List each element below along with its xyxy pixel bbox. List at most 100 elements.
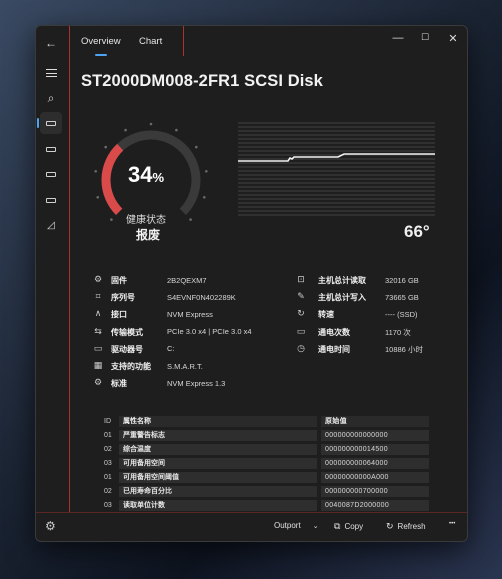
health-percent-suffix: % <box>152 170 165 185</box>
sidebar-item-disk-3[interactable] <box>40 163 62 185</box>
gauge-tick <box>149 122 153 126</box>
tab-overview-indicator <box>95 54 107 56</box>
more-icon: ••• <box>449 521 456 527</box>
cell-id: 03 <box>104 460 112 467</box>
features-icon: ▦ <box>93 360 103 370</box>
close-button[interactable]: ✕ <box>446 32 460 45</box>
area-chart-icon: ◿ <box>47 220 55 231</box>
cell-id: 01 <box>104 474 112 481</box>
tab-chart[interactable]: Chart <box>139 36 162 47</box>
info-label: 标准 <box>111 379 127 389</box>
refresh-button[interactable]: ↻ Refresh <box>386 521 426 532</box>
outport-button[interactable]: Outport ⌄ <box>274 521 319 530</box>
info-value: 73665 GB <box>385 292 419 302</box>
search-button[interactable]: ⌕ <box>40 87 62 109</box>
drive-letter-icon: ▭ <box>93 342 103 353</box>
table-header: ID 属性名称 原始值 <box>96 415 429 429</box>
table-row[interactable]: 01 严重警告标志 000000000000000 <box>96 429 429 443</box>
info-label: 固件 <box>111 276 127 285</box>
info-value: NVM Express <box>167 309 213 319</box>
cell-name: 已用寿命百分比 <box>119 486 317 497</box>
info-label: 主机总计写入 <box>318 293 366 303</box>
info-value: PCIe 3.0 x4 | PCIe 3.0 x4 <box>167 327 252 337</box>
sidebar: ← ⌕ ◿ <box>36 26 66 541</box>
sidebar-item-disk-2[interactable] <box>40 138 62 160</box>
tab-overview[interactable]: Overview <box>81 36 121 47</box>
temperature-chart <box>238 122 435 216</box>
table-row[interactable]: 02 已用寿命百分比 000000000700000 <box>96 485 429 499</box>
back-arrow-icon: ← <box>45 36 57 50</box>
info-label: 驱动器号 <box>111 344 143 354</box>
host-write-icon: ✎ <box>297 291 305 302</box>
cell-id: 01 <box>104 432 112 439</box>
cell-name: 严重警告标志 <box>119 430 317 441</box>
health-percent: 34% <box>128 162 164 188</box>
cell-raw: 00000000000A000 <box>321 472 429 483</box>
more-button[interactable]: ••• <box>449 521 455 527</box>
cell-raw: 0040087D2000000 <box>321 500 429 511</box>
cell-raw: 000000000700000 <box>321 486 429 497</box>
info-label: 通电时间 <box>318 344 350 354</box>
info-value: S4EVNF0N402289K <box>167 292 236 302</box>
app-window: ← ⌕ ◿ ⚙ Overview Chart — ☐ ✕ ST2000DM008… <box>35 25 468 542</box>
info-value: 32016 GB <box>385 275 419 285</box>
info-value: NVM Express 1.3 <box>167 378 226 388</box>
power-count-icon: ▭ <box>296 325 306 336</box>
health-percent-value: 34 <box>128 162 153 187</box>
menu-button[interactable] <box>40 62 62 84</box>
copy-icon: ⧉ <box>334 521 341 531</box>
gauge-tick <box>202 196 206 199</box>
cell-raw: 000000000014500 <box>321 444 429 455</box>
search-icon: ⌕ <box>47 91 55 105</box>
info-label: 主机总计读取 <box>318 276 366 285</box>
cell-name: 综合温度 <box>119 444 317 455</box>
bottom-bar: Outport ⌄ ⧉ Copy ↻ Refresh ••• <box>36 512 467 541</box>
info-value: 2B2QEXM7 <box>167 275 207 285</box>
chip-icon: ⚙ <box>93 274 103 284</box>
refresh-label: Refresh <box>397 522 426 531</box>
info-label: 通电次数 <box>318 327 350 337</box>
hamburger-icon <box>45 69 57 77</box>
info-value: 1170 次 <box>385 328 411 338</box>
cell-id: 02 <box>104 446 112 453</box>
gauge-tick <box>94 169 97 173</box>
disk-title: ST2000DM008-2FR1 SCSI Disk <box>81 72 323 90</box>
host-read-icon: ⊡ <box>297 274 305 284</box>
info-label: 接口 <box>111 310 127 320</box>
gauge-fill <box>101 143 124 215</box>
sidebar-item-chart[interactable]: ◿ <box>40 215 62 237</box>
cell-id: 02 <box>104 488 112 495</box>
back-button[interactable]: ← <box>40 32 62 54</box>
serial-icon: ⌗ <box>95 291 101 302</box>
cell-id: 03 <box>104 502 112 509</box>
sidebar-item-disk-1[interactable] <box>37 112 62 134</box>
disk-icon <box>46 171 56 177</box>
cell-name: 可用备用空间阈值 <box>119 472 317 483</box>
copy-label: Copy <box>344 522 364 531</box>
info-label: 传输模式 <box>111 327 143 337</box>
disk-icon <box>46 120 56 126</box>
maximize-button[interactable]: ☐ <box>418 32 432 43</box>
info-value: 10886 小时 <box>385 345 423 355</box>
cell-name: 读取单位计数 <box>119 500 317 511</box>
guide-line-tab <box>183 26 184 56</box>
copy-button[interactable]: ⧉ Copy <box>334 521 363 532</box>
guide-line-left <box>69 26 70 512</box>
rotation-icon: ↻ <box>297 308 305 319</box>
table-row[interactable]: 02 综合温度 000000000014500 <box>96 443 429 457</box>
gauge-tick <box>195 145 198 149</box>
gauge-tick <box>175 128 178 132</box>
outport-label: Outport <box>274 521 301 530</box>
table-row[interactable]: 03 读取单位计数 0040087D2000000 <box>96 499 429 513</box>
health-status: 报废 <box>136 228 161 242</box>
health-label: 健康状态 <box>126 215 166 226</box>
table-row[interactable]: 03 可用备用空间 000000000064000 <box>96 457 429 471</box>
minimize-button[interactable]: — <box>391 32 405 44</box>
table-row[interactable]: 01 可用备用空间阈值 00000000000A000 <box>96 471 429 485</box>
sidebar-item-disk-4[interactable] <box>40 189 62 211</box>
info-value: S.M.A.R.T. <box>167 361 203 371</box>
gauge-tick <box>205 169 208 173</box>
header-raw: 原始值 <box>321 416 429 427</box>
info-value: ---- (SSD) <box>385 309 418 319</box>
info-label: 转速 <box>318 310 334 320</box>
